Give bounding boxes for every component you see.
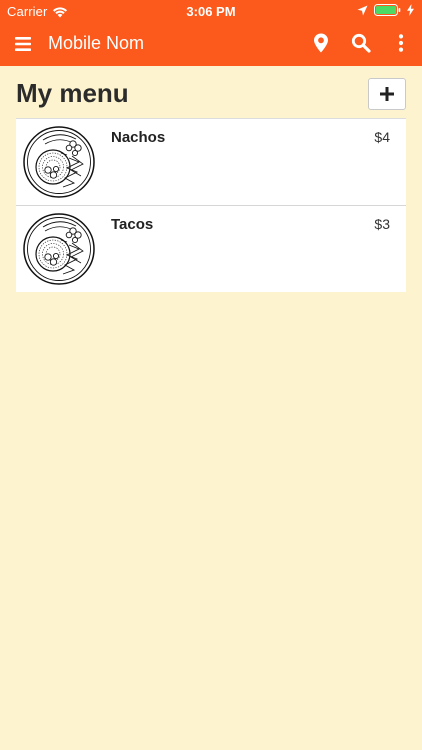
location-pin-icon[interactable] [310,31,332,55]
add-item-button[interactable] [368,78,406,110]
location-arrow-icon [357,5,368,15]
menu-item-nachos[interactable]: Nachos $4 [16,118,406,205]
navigation-bar: Mobile Nom [0,22,422,66]
menu-list: Nachos $4 Tacos $3 [16,118,406,292]
menu-item-tacos[interactable]: Tacos $3 [16,205,406,292]
food-plate-icon [23,126,95,198]
search-icon[interactable] [350,31,372,55]
menu-item-name: Nachos [111,129,166,146]
more-vertical-icon[interactable] [390,31,412,55]
hamburger-menu-icon[interactable] [13,33,35,55]
status-indicators [357,4,414,16]
page-header: My menu [16,78,406,112]
menu-item-name: Tacos [111,216,154,233]
app-title: Mobile Nom [48,33,145,53]
status-bar: Carrier 3:06 PM [0,0,422,22]
page-title: My menu [16,78,129,108]
food-plate-icon [23,213,95,285]
nav-actions [310,31,412,55]
charging-bolt-icon [407,4,414,16]
menu-item-price: $4 [374,129,390,145]
app-header: Carrier 3:06 PM Mobile Nom [0,0,422,66]
battery-icon [374,4,401,16]
menu-item-price: $3 [374,216,390,232]
plus-icon [380,87,394,101]
